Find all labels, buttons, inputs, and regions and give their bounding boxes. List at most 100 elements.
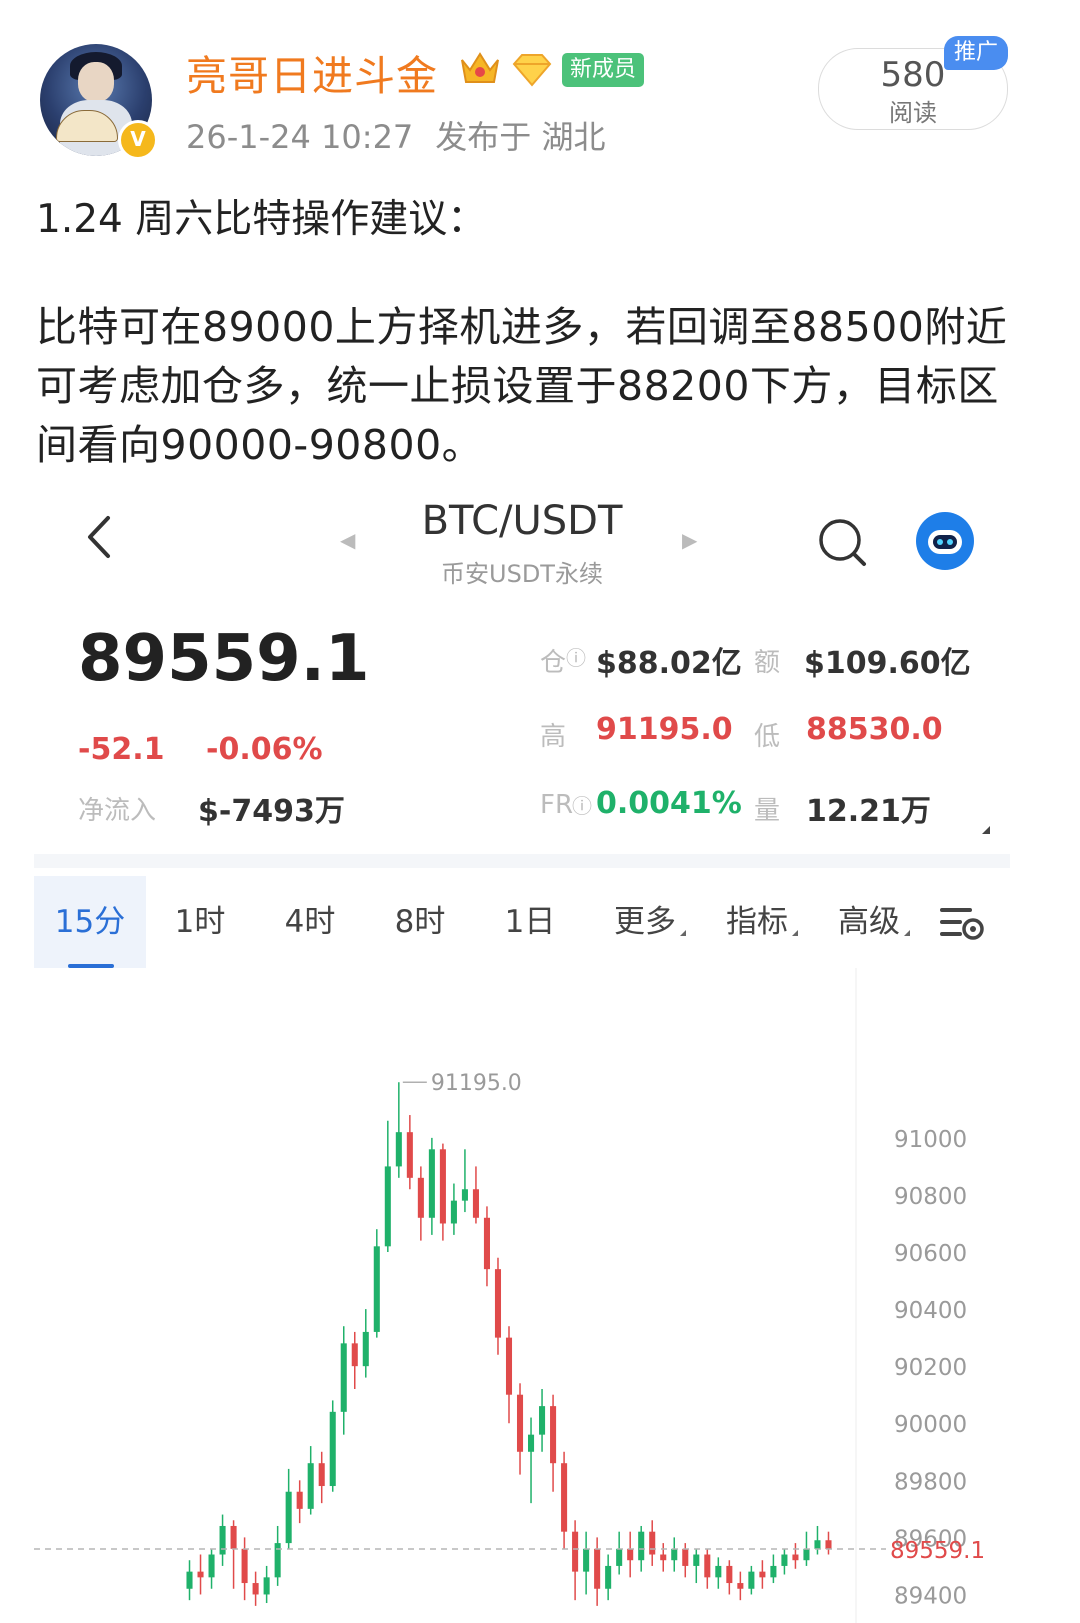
y-tick-label: 89800 [894, 1469, 967, 1495]
candle-body [638, 1531, 645, 1561]
dropdown-caret-icon [680, 930, 686, 936]
tab-4h[interactable]: 4时 [262, 876, 358, 968]
tab-8h[interactable]: 8时 [372, 876, 468, 968]
candle-body [770, 1565, 777, 1578]
candle-body [296, 1491, 303, 1509]
candle-body [704, 1554, 711, 1578]
volume-value: 12.21万 [806, 794, 931, 829]
candles-layer [186, 1082, 832, 1606]
candle-body [472, 1189, 479, 1218]
candle-body [814, 1540, 821, 1549]
timeframe-tabbar: 15分 1时 4时 8时 1日 更多 指标 高级 [34, 876, 1010, 968]
y-tick-label: 90000 [894, 1412, 967, 1438]
verified-badge-icon: V [118, 120, 158, 160]
candle-body [660, 1554, 667, 1561]
candle-body [197, 1571, 204, 1578]
open-interest-value: $88.02亿 [596, 646, 742, 681]
candle-body [406, 1132, 413, 1178]
next-pair-icon[interactable]: ▶ [682, 528, 697, 552]
high-marker-label: 91195.0 [431, 1071, 522, 1096]
candle-body [737, 1583, 744, 1589]
candlestick-chart[interactable]: 8940089600898009000090200904009060090800… [34, 968, 1010, 1623]
candle-body [439, 1149, 446, 1224]
chart-settings-icon[interactable] [940, 904, 986, 942]
candle-body [494, 1269, 502, 1338]
tab-label: 高级 [838, 904, 900, 940]
post-time: 26-1-24 10:27 [186, 118, 414, 156]
candle-body [230, 1525, 237, 1549]
candle-body [318, 1463, 325, 1487]
candle-body [417, 1177, 424, 1218]
tab-indicators[interactable]: 指标 [712, 876, 812, 968]
candle-body [726, 1565, 733, 1584]
candle-body [362, 1331, 369, 1367]
tab-label: 4时 [284, 904, 336, 940]
candle-body [605, 1565, 612, 1589]
diamond-icon [512, 54, 552, 87]
tab-label: 1时 [174, 904, 226, 940]
candle-body [340, 1343, 347, 1412]
candle-body [428, 1149, 435, 1218]
change-absolute: -52.1 [78, 732, 165, 767]
pair-title[interactable]: BTC/USDT [364, 498, 680, 544]
tab-label: 指标 [726, 904, 788, 940]
ai-assistant-icon[interactable] [914, 510, 976, 572]
candle-body [748, 1571, 755, 1589]
open-interest-label: 仓 [540, 648, 567, 678]
back-icon[interactable] [78, 512, 118, 562]
candle-body [550, 1406, 557, 1464]
username[interactable]: 亮哥日进斗金 [186, 42, 438, 102]
netflow-value: $-7493万 [198, 794, 345, 829]
candle-body [483, 1217, 490, 1270]
turnover-label: 额 [754, 648, 781, 678]
search-icon[interactable] [816, 516, 868, 568]
open-interest-info-icon[interactable]: ⓘ [566, 642, 586, 671]
turnover-value: $109.60亿 [804, 646, 971, 681]
prev-pair-icon[interactable]: ◀ [340, 528, 355, 552]
candle-body [528, 1434, 535, 1452]
post-location: 发布于 湖北 [435, 118, 606, 156]
candle-body [186, 1571, 193, 1589]
volume-label: 量 [754, 796, 781, 826]
tab-advanced[interactable]: 高级 [824, 876, 924, 968]
candle-body [505, 1337, 513, 1395]
funding-rate-label: FR [540, 790, 574, 820]
candle-body [384, 1166, 391, 1247]
candle-body [285, 1491, 292, 1544]
expand-corner-icon[interactable] [982, 826, 990, 834]
candle-body [671, 1548, 678, 1561]
candle-body [307, 1463, 314, 1509]
market-name: 币安USDT永续 [441, 560, 603, 588]
candle-body [329, 1411, 336, 1487]
y-tick-label: 90800 [894, 1184, 967, 1210]
candle-body [693, 1554, 700, 1566]
embedded-screenshot[interactable]: ◀ BTC/USDT 币安USDT永续 ▶ 89559.1 -52.1 -0.0… [34, 492, 1010, 1623]
candle-body [241, 1548, 248, 1584]
read-label: 阅读 [889, 99, 937, 127]
candle-body [561, 1463, 568, 1532]
current-price-label: 89559.1 [890, 1538, 985, 1564]
post-title: 1.24 周六比特操作建议： [36, 197, 487, 242]
tab-1d[interactable]: 1日 [482, 876, 578, 968]
crown-icon [461, 52, 499, 83]
y-tick-label: 91000 [894, 1127, 967, 1153]
candle-body [263, 1577, 270, 1595]
post-body: 比特可在89000上方择机进多，若回调至88500附近可考虑加仓多，统一止损设置… [36, 303, 1008, 469]
tab-1h[interactable]: 1时 [152, 876, 248, 968]
candle-body [682, 1548, 689, 1566]
promo-badge[interactable]: 推广 [944, 36, 1008, 70]
tab-more[interactable]: 更多 [600, 876, 700, 968]
candle-body [395, 1132, 402, 1167]
high-value: 91195.0 [596, 712, 733, 747]
funding-rate-info-icon[interactable]: ⓘ [572, 790, 592, 819]
candle-body [781, 1554, 788, 1566]
candle-body [274, 1543, 281, 1578]
low-label: 低 [754, 722, 781, 752]
candle-body [759, 1571, 766, 1578]
last-price: 89559.1 [78, 622, 370, 696]
tab-15m[interactable]: 15分 [34, 876, 146, 968]
candle-body [825, 1540, 832, 1550]
candle-body [583, 1548, 590, 1572]
candle-body [351, 1343, 358, 1367]
low-value: 88530.0 [806, 712, 943, 747]
